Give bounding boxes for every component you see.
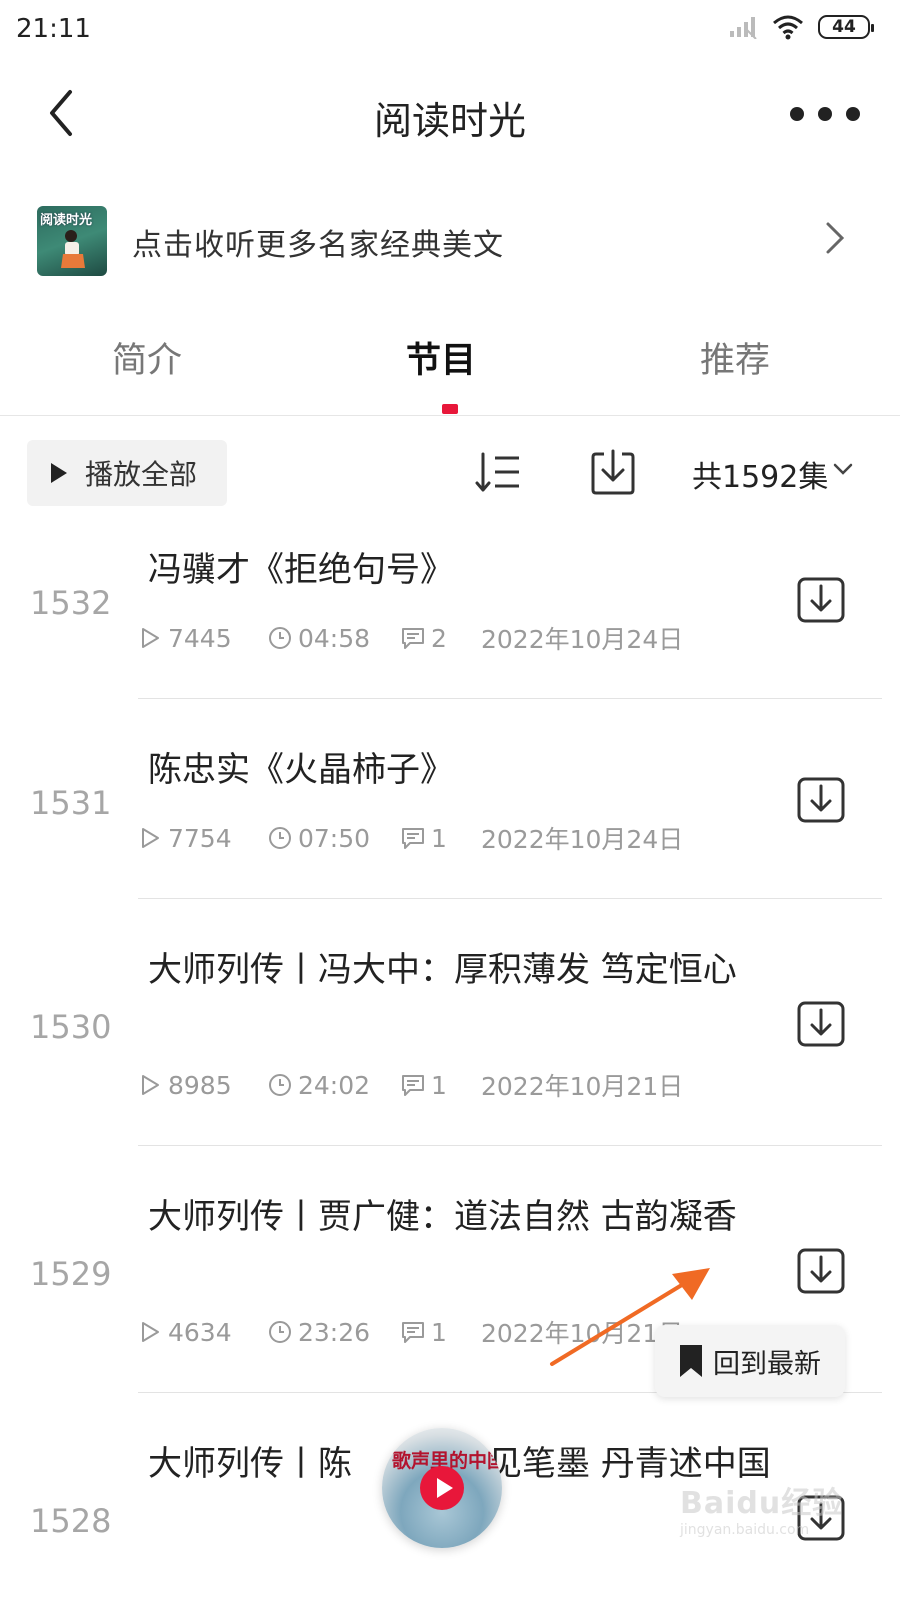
more-dot-icon — [790, 107, 804, 121]
batch-download-icon[interactable] — [590, 448, 636, 496]
chevron-right-icon — [826, 222, 845, 254]
reading-girl-illustration — [61, 230, 85, 268]
album-cover-text: 阅读时光 — [40, 213, 93, 228]
episode-number: 1532 — [30, 584, 112, 622]
promo-banner[interactable]: 阅读时光 点击收听更多名家经典美文 — [0, 200, 900, 290]
status-bar: 21:11 44 — [0, 0, 900, 64]
status-icons: 44 — [728, 14, 874, 40]
download-icon[interactable] — [796, 576, 846, 624]
tab-active-indicator — [442, 404, 458, 414]
mini-player[interactable]: 歌声里的中国 — [382, 1428, 502, 1548]
play-count-icon — [142, 1322, 159, 1342]
play-count-icon — [142, 628, 159, 648]
comment-icon — [402, 1075, 424, 1096]
duration: 04:58 — [298, 623, 371, 653]
signal-icon — [730, 17, 757, 39]
clock-icon — [269, 1321, 291, 1343]
episode-title: 大师列传丨贾广健：道法自然 古韵凝香 — [148, 1197, 737, 1237]
episode-meta: 7445 04:58 2 2022年10月24日 — [138, 620, 683, 656]
more-button[interactable] — [790, 96, 860, 132]
episode-number: 1528 — [30, 1502, 112, 1540]
episode-count[interactable]: 共1592集 — [692, 452, 828, 496]
sort-order-icon[interactable] — [475, 450, 525, 496]
episode-meta: 8985 24:02 1 2022年10月21日 — [138, 1067, 683, 1103]
episode-toolbar: 播放全部 共1592集 — [0, 440, 900, 510]
promo-text: 点击收听更多名家经典美文 — [132, 228, 504, 263]
watermark-text: Baidu经验 — [680, 1486, 844, 1521]
play-count-icon — [142, 1075, 159, 1095]
download-icon[interactable] — [796, 776, 846, 824]
tab-intro[interactable]: 简介 — [47, 332, 247, 383]
comment-icon — [402, 828, 424, 849]
bookmark-icon — [680, 1345, 702, 1377]
clock-icon — [269, 627, 291, 649]
album-cover: 阅读时光 — [37, 206, 107, 276]
play-icon — [436, 1478, 453, 1498]
nav-bar: 阅读时光 — [0, 70, 900, 160]
comment-count: 1 — [431, 823, 447, 853]
play-all-label: 播放全部 — [85, 458, 198, 491]
divider — [138, 1145, 882, 1146]
episode-title: 陈忠实《火晶柿子》 — [148, 750, 454, 790]
page-title: 阅读时光 — [373, 99, 526, 143]
episode-title: 冯骥才《拒绝句号》 — [148, 550, 454, 590]
publish-date: 2022年10月24日 — [481, 625, 684, 654]
play-icon — [51, 463, 67, 483]
download-icon[interactable] — [796, 1247, 846, 1295]
comment-count: 2 — [431, 623, 447, 653]
watermark-sub: jingyan.baidu.com — [680, 1522, 810, 1538]
comment-icon — [402, 1322, 424, 1343]
duration: 23:26 — [298, 1317, 371, 1347]
comment-count: 1 — [431, 1317, 447, 1347]
tab-bar: 简介 节目 推荐 — [0, 320, 900, 416]
publish-date: 2022年10月21日 — [481, 1072, 684, 1101]
status-time: 21:11 — [16, 14, 91, 44]
episode-number: 1531 — [30, 784, 112, 822]
back-to-latest-button[interactable]: 回到最新 — [655, 1325, 845, 1397]
divider — [138, 698, 882, 699]
wifi-icon — [773, 15, 803, 40]
tab-programs[interactable]: 节目 — [341, 332, 541, 383]
episode-number: 1529 — [30, 1255, 112, 1293]
download-icon[interactable] — [796, 1000, 846, 1048]
mini-play-button[interactable] — [420, 1466, 464, 1510]
comment-icon — [402, 628, 424, 649]
duration: 24:02 — [298, 1070, 371, 1100]
clock-icon — [269, 1074, 291, 1096]
comment-count: 1 — [431, 1070, 447, 1100]
tab-recommend[interactable]: 推荐 — [635, 332, 835, 383]
more-dot-icon — [818, 107, 832, 121]
episode-title: 大师列传丨冯大中：厚积薄发 笃定恒心 — [148, 950, 737, 990]
play-count: 7445 — [168, 623, 232, 653]
back-to-latest-label: 回到最新 — [713, 1348, 821, 1380]
play-all-button[interactable]: 播放全部 — [27, 440, 227, 506]
play-count: 7754 — [168, 823, 232, 853]
episode-number: 1530 — [30, 1008, 112, 1046]
duration: 07:50 — [298, 823, 371, 853]
divider — [138, 898, 882, 899]
play-count: 8985 — [168, 1070, 232, 1100]
clock-icon — [269, 827, 291, 849]
watermark: Baidu经验 jingyan.baidu.com — [680, 1478, 870, 1548]
play-count-icon — [142, 828, 159, 848]
play-count: 4634 — [168, 1317, 232, 1347]
episode-meta: 7754 07:50 1 2022年10月24日 — [138, 820, 683, 856]
chevron-down-icon[interactable] — [832, 458, 854, 480]
publish-date: 2022年10月24日 — [481, 825, 684, 854]
battery-indicator: 44 — [818, 15, 874, 39]
more-dot-icon — [846, 107, 860, 121]
